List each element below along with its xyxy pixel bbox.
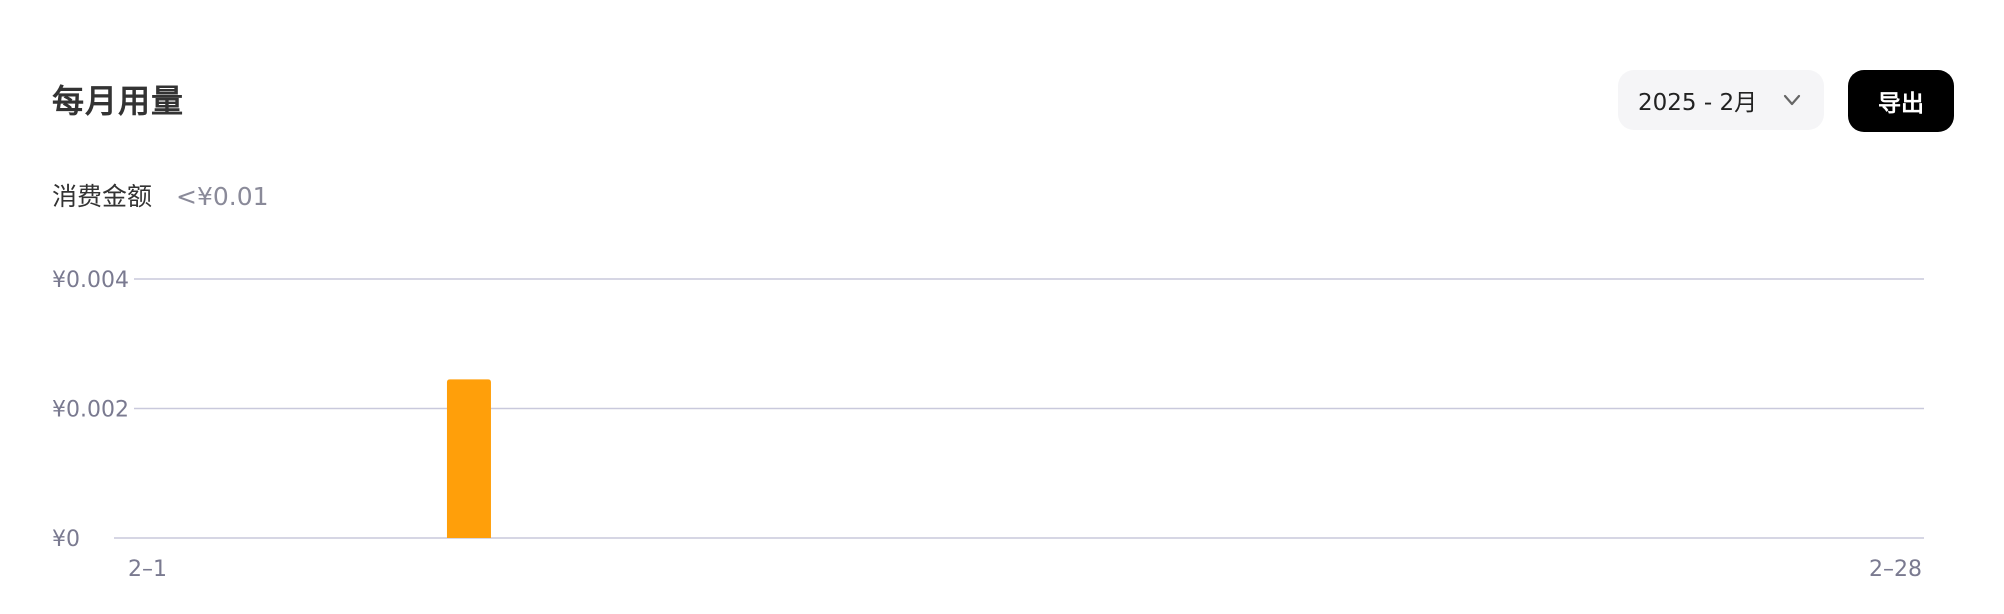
x-tick-label: 2–28	[1869, 557, 1922, 582]
y-tick-label: ¥0	[52, 527, 80, 552]
usage-bar-chart: ¥0 ¥0.002 ¥0.004 2–1 2–28	[52, 268, 1924, 582]
y-tick-label: ¥0.004	[52, 268, 129, 293]
usage-bar[interactable]	[446, 379, 491, 538]
x-tick-label: 2–1	[128, 557, 167, 582]
y-tick-label: ¥0.002	[52, 398, 129, 423]
